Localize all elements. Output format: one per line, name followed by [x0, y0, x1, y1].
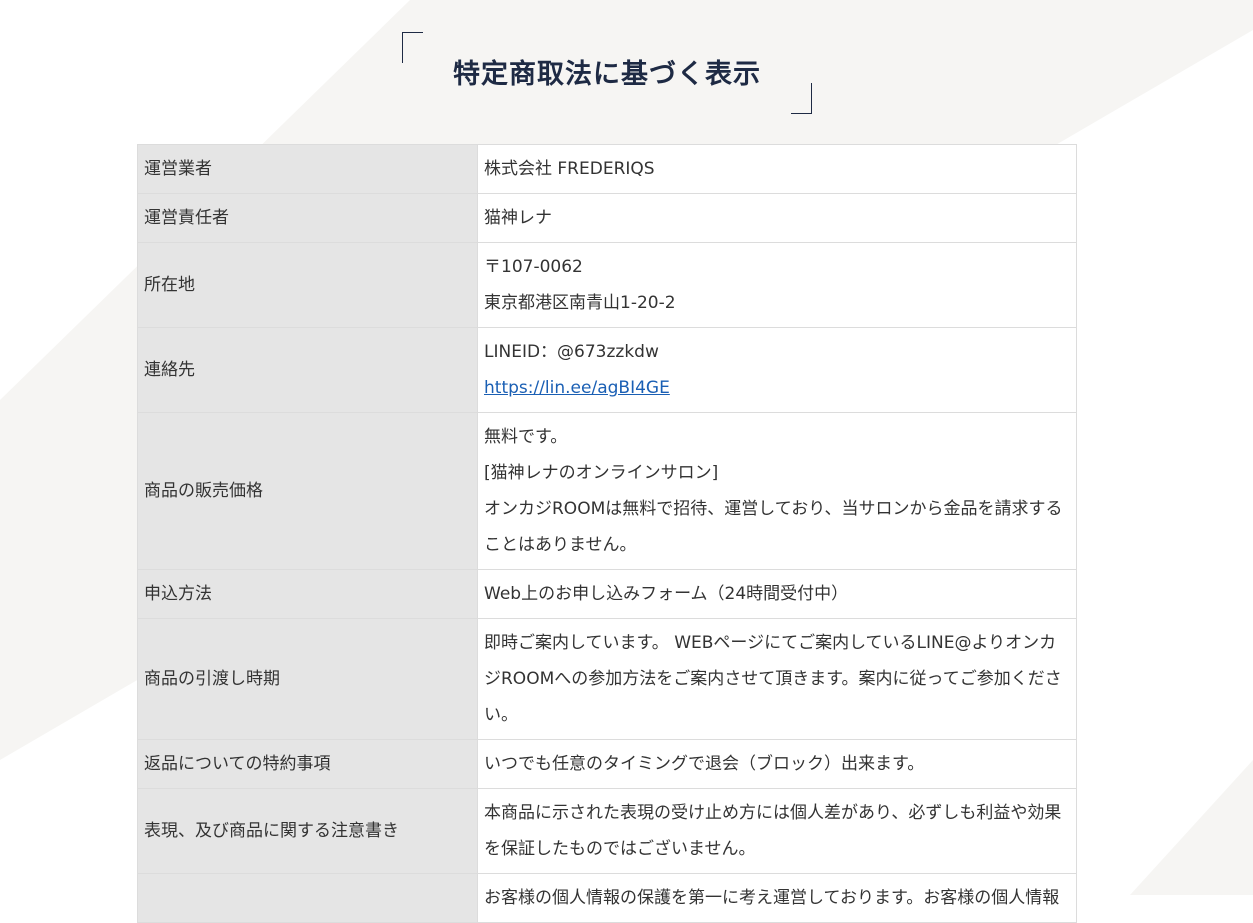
- row-value-manager: 猫神レナ: [477, 193, 1077, 243]
- table-row: 所在地 〒107-0062 東京都港区南青山1-20-2: [137, 242, 1077, 328]
- value-line: 株式会社 FREDERIQS: [484, 159, 655, 179]
- table-row: 申込方法 Web上のお申し込みフォーム（24時間受付中）: [137, 569, 1077, 619]
- title-frame: 特定商取法に基づく表示: [402, 32, 812, 114]
- row-value-contact: LINEID：@673zzkdw https://lin.ee/agBI4GE: [477, 327, 1077, 413]
- row-value-price: 無料です。 [猫神レナのオンラインサロン] オンカジROOMは無料で招待、運営し…: [477, 412, 1077, 570]
- page-title: 特定商取法に基づく表示: [453, 59, 761, 90]
- row-label-manager: 運営責任者: [137, 193, 478, 243]
- row-value-application: Web上のお申し込みフォーム（24時間受付中）: [477, 569, 1077, 619]
- row-label-returns: 返品についての特約事項: [137, 739, 478, 789]
- row-label-price: 商品の販売価格: [137, 412, 478, 570]
- row-value-returns: いつでも任意のタイミングで退会（ブロック）出来ます。: [477, 739, 1077, 789]
- table-row: 運営責任者 猫神レナ: [137, 193, 1077, 243]
- row-value-address: 〒107-0062 東京都港区南青山1-20-2: [477, 242, 1077, 328]
- title-corner-bottom-right: [791, 83, 812, 114]
- row-label-application: 申込方法: [137, 569, 478, 619]
- row-label-notice: 表現、及び商品に関する注意書き: [137, 788, 478, 874]
- table-row: お客様の個人情報の保護を第一に考え運営しております。お客様の個人情報: [137, 873, 1077, 923]
- row-label-address: 所在地: [137, 242, 478, 328]
- value-line: 猫神レナ: [484, 208, 552, 228]
- line-link[interactable]: https://lin.ee/agBI4GE: [484, 370, 1070, 406]
- row-label-operator: 運営業者: [137, 144, 478, 194]
- table-row: 商品の販売価格 無料です。 [猫神レナのオンラインサロン] オンカジROOMは無…: [137, 412, 1077, 570]
- value-line: [猫神レナのオンラインサロン]: [484, 463, 719, 483]
- value-line: お客様の個人情報の保護を第一に考え運営しております。お客様の個人情報: [484, 888, 1060, 908]
- row-label-contact: 連絡先: [137, 327, 478, 413]
- row-value-notice: 本商品に示された表現の受け止め方には個人差があり、必ずしも利益や効果を保証したも…: [477, 788, 1077, 874]
- table-row: 表現、及び商品に関する注意書き 本商品に示された表現の受け止め方には個人差があり…: [137, 788, 1077, 874]
- row-value-operator: 株式会社 FREDERIQS: [477, 144, 1077, 194]
- value-line: 即時ご案内しています。 WEBページにてご案内しているLINE@よりオンカジRO…: [484, 633, 1062, 725]
- value-line: 無料です。: [484, 427, 568, 447]
- address-line: 東京都港区南青山1-20-2: [484, 293, 676, 313]
- table-row: 運営業者 株式会社 FREDERIQS: [137, 144, 1077, 194]
- value-line: オンカジROOMは無料で招待、運営しており、当サロンから金品を請求することはあり…: [484, 499, 1063, 555]
- value-line: いつでも任意のタイミングで退会（ブロック）出来ます。: [484, 754, 925, 774]
- row-label-delivery: 商品の引渡し時期: [137, 618, 478, 740]
- row-value-privacy: お客様の個人情報の保護を第一に考え運営しております。お客様の個人情報: [477, 873, 1077, 923]
- postal-code: 〒107-0062: [484, 257, 583, 277]
- row-label-privacy: [137, 873, 478, 923]
- commerce-info-table: 運営業者 株式会社 FREDERIQS 運営責任者 猫神レナ 所在地 〒107-…: [137, 144, 1077, 923]
- value-line: 本商品に示された表現の受け止め方には個人差があり、必ずしも利益や効果を保証したも…: [484, 803, 1062, 859]
- row-value-delivery: 即時ご案内しています。 WEBページにてご案内しているLINE@よりオンカジRO…: [477, 618, 1077, 740]
- line-id: LINEID：@673zzkdw: [484, 342, 659, 362]
- value-line: Web上のお申し込みフォーム（24時間受付中）: [484, 584, 849, 604]
- table-row: 連絡先 LINEID：@673zzkdw https://lin.ee/agBI…: [137, 327, 1077, 413]
- table-row: 返品についての特約事項 いつでも任意のタイミングで退会（ブロック）出来ます。: [137, 739, 1077, 789]
- table-row: 商品の引渡し時期 即時ご案内しています。 WEBページにてご案内しているLINE…: [137, 618, 1077, 740]
